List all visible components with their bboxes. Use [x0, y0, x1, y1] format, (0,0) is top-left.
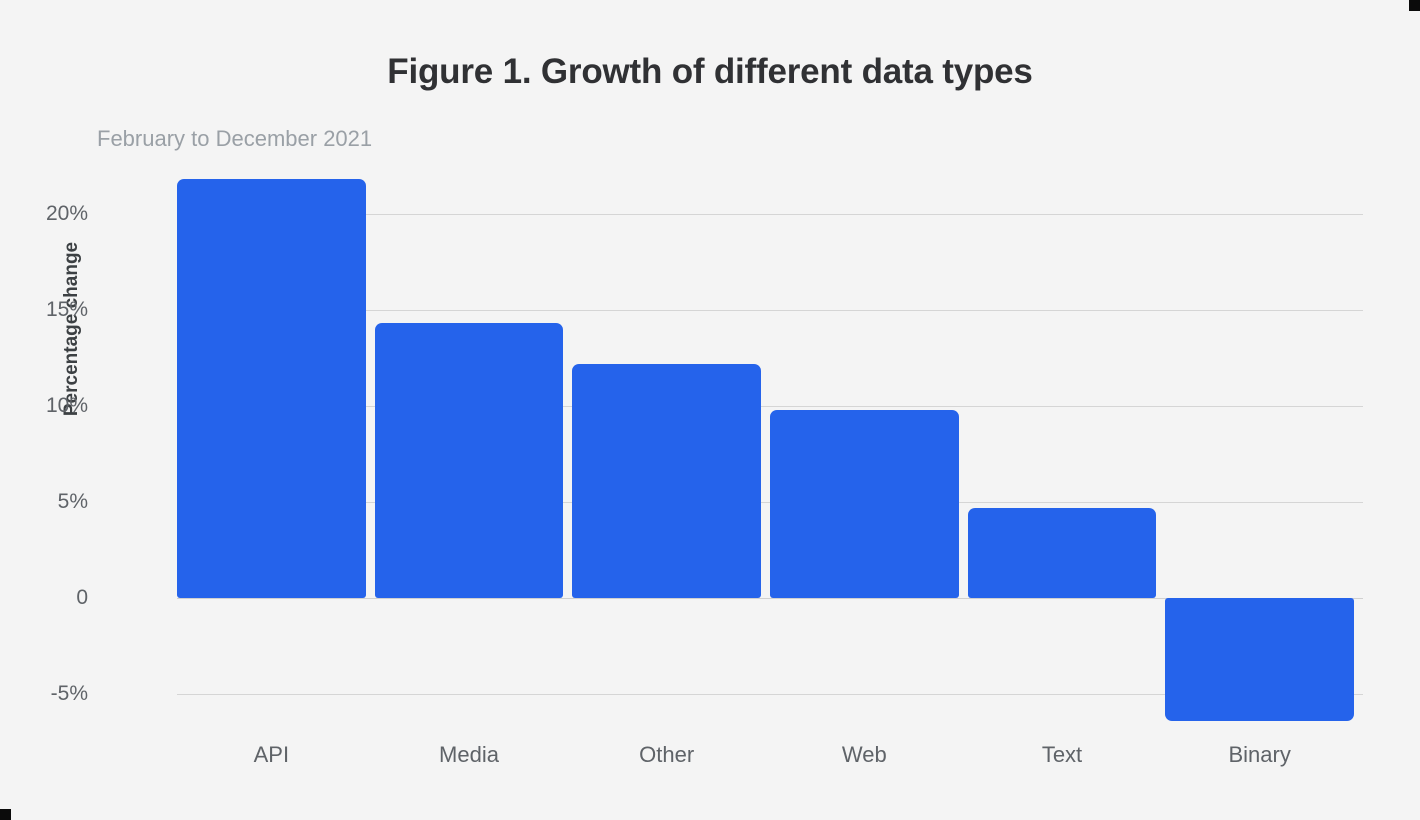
- bar[interactable]: [770, 409, 959, 598]
- x-axis-tick-label: Other: [639, 742, 695, 767]
- x-axis-tick-label: API: [253, 742, 290, 767]
- x-axis-tick-label: Binary: [1228, 742, 1291, 767]
- chart-title: Figure 1. Growth of different data types: [387, 52, 1033, 91]
- y-axis-tick-label: 20%: [45, 202, 88, 225]
- chart-figure: Figure 1. Growth of different data types…: [0, 0, 1420, 820]
- y-axis-tick-label: 10%: [45, 394, 88, 417]
- bar[interactable]: [374, 323, 564, 598]
- x-axis-tick-label: Text: [1041, 742, 1083, 767]
- x-axis-tick-label: Web: [841, 742, 887, 767]
- y-axis-tick-label: 0: [76, 586, 88, 609]
- x-axis-tick-label: Media: [439, 742, 499, 767]
- y-axis-tick-label: -5%: [50, 682, 88, 705]
- chart-subtitle: February to December 2021: [97, 126, 373, 151]
- crop-mark-bottom-left: [0, 809, 11, 820]
- bar-series: [177, 179, 1363, 721]
- bar[interactable]: [967, 507, 1157, 598]
- bar[interactable]: [177, 179, 366, 598]
- y-axis-tick-label: 15%: [45, 298, 88, 321]
- bar[interactable]: [572, 363, 761, 598]
- y-axis-tick-label: 5%: [57, 490, 88, 513]
- plot-area: 20% 15% 10% 5% 0 -5%: [46, 179, 1363, 721]
- crop-mark-top-right: [1409, 0, 1420, 11]
- bar[interactable]: [1165, 598, 1354, 721]
